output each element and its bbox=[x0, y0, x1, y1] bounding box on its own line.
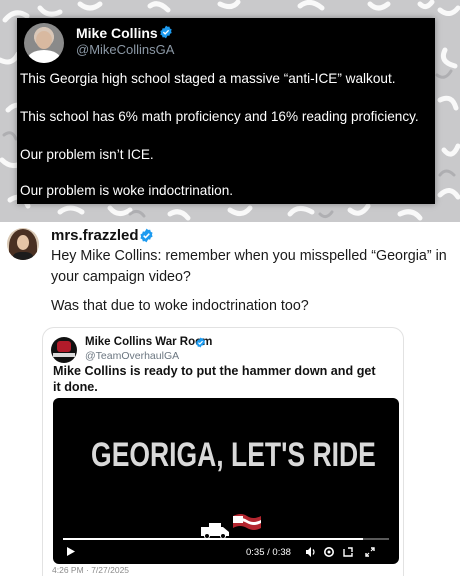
tweet-line: Our problem isn’t ICE. bbox=[20, 147, 154, 162]
post-timestamp: 4:26 PM · 7/27/2025 bbox=[52, 565, 130, 575]
pip-icon[interactable] bbox=[342, 546, 354, 558]
embedded-tweet: Mike Collins @MikeCollinsGA This Georgia… bbox=[17, 18, 435, 204]
fullscreen-icon[interactable] bbox=[364, 546, 376, 558]
quoted-author-handle: @TeamOverhaulGA bbox=[85, 350, 180, 362]
reply-author-name[interactable]: mrs.frazzled bbox=[51, 227, 139, 244]
reply-author-avatar[interactable] bbox=[7, 228, 39, 260]
author-avatar bbox=[24, 23, 64, 63]
video-time: 0:35 / 0:38 bbox=[246, 547, 291, 558]
verified-badge-icon bbox=[160, 25, 172, 39]
tweet-line: This Georgia high school staged a massiv… bbox=[20, 71, 396, 86]
embedded-screenshot-background: Mike Collins @MikeCollinsGA This Georgia… bbox=[0, 0, 460, 222]
author-name: Mike Collins bbox=[76, 25, 158, 41]
truck-flag-icon bbox=[201, 514, 261, 539]
quoted-tweet-card[interactable]: Mike Collins War Room @TeamOverhaulGA Mi… bbox=[42, 327, 404, 576]
quoted-text-line: it done. bbox=[53, 380, 98, 394]
video-progress-fill[interactable] bbox=[63, 538, 363, 540]
reply-text-line: Hey Mike Collins: remember when you miss… bbox=[51, 248, 447, 264]
reply-text-line: Was that due to woke indoctrination too? bbox=[51, 298, 309, 314]
quoted-text-line: Mike Collins is ready to put the hammer … bbox=[53, 364, 376, 378]
tweet-line: This school has 6% math proficiency and … bbox=[20, 109, 419, 124]
author-handle: @MikeCollinsGA bbox=[76, 42, 175, 57]
tweet-line: Our problem is woke indoctrination. bbox=[20, 183, 234, 198]
quoted-author-avatar[interactable] bbox=[51, 337, 77, 363]
verified-badge-icon bbox=[196, 337, 205, 348]
video-title-text: GEORIGA, LET'S RIDE bbox=[91, 436, 376, 474]
video-player[interactable]: GEORIGA, LET'S RIDE 0:35 / 0:38 bbox=[53, 398, 399, 564]
play-icon[interactable] bbox=[66, 546, 76, 557]
verified-badge-icon bbox=[140, 228, 153, 243]
quoted-author-name[interactable]: Mike Collins War Room bbox=[85, 336, 212, 348]
volume-icon[interactable] bbox=[305, 546, 317, 558]
reply-text-line: your campaign video? bbox=[51, 269, 191, 285]
settings-icon[interactable] bbox=[323, 546, 335, 558]
